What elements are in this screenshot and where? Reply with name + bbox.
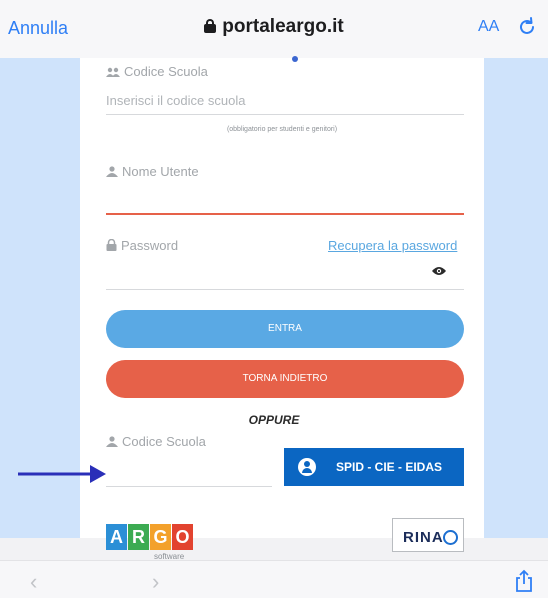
spid-school-code-underline bbox=[106, 486, 272, 487]
argo-letter-g: G bbox=[150, 524, 171, 550]
login-button[interactable]: ENTRA bbox=[106, 310, 464, 348]
reload-icon[interactable] bbox=[516, 16, 538, 38]
school-code-label: Codice Scuola bbox=[106, 64, 208, 79]
spid-button-label: SPID - CIE - EIDAS bbox=[336, 460, 443, 474]
users-icon bbox=[106, 67, 120, 77]
rina-circle-icon bbox=[443, 530, 458, 545]
back-button[interactable]: TORNA INDIETRO bbox=[106, 360, 464, 398]
address-bar[interactable]: portaleargo.it bbox=[0, 16, 548, 38]
spid-school-code-input[interactable] bbox=[106, 456, 272, 484]
school-code-input[interactable]: Inserisci il codice scuola bbox=[106, 93, 245, 108]
share-icon[interactable] bbox=[514, 569, 534, 593]
recover-password-link[interactable]: Recupera la password bbox=[328, 238, 457, 253]
browser-bottom-bar: ‹ › bbox=[0, 560, 548, 598]
eye-icon[interactable] bbox=[432, 266, 446, 276]
scroll-indicator bbox=[292, 56, 298, 62]
browser-top-bar: Annulla portaleargo.it AA bbox=[0, 0, 548, 58]
user-icon bbox=[106, 436, 118, 447]
lock-icon bbox=[204, 19, 217, 33]
spid-user-icon bbox=[298, 458, 316, 476]
username-label: Nome Utente bbox=[106, 164, 199, 179]
annotation-arrow-icon bbox=[18, 465, 106, 483]
username-underline-focused bbox=[106, 213, 464, 215]
rina-text: RINA bbox=[403, 529, 444, 546]
url-text: portaleargo.it bbox=[222, 16, 344, 37]
argo-letter-a: A bbox=[106, 524, 127, 550]
argo-logo: ARGO bbox=[106, 524, 194, 552]
forward-chevron-icon[interactable]: › bbox=[152, 569, 159, 595]
spid-button[interactable]: SPID - CIE - EIDAS bbox=[284, 448, 464, 486]
user-icon bbox=[106, 166, 118, 177]
argo-letter-o: O bbox=[172, 524, 193, 550]
padlock-icon bbox=[106, 239, 117, 251]
text-size-button[interactable]: AA bbox=[478, 18, 499, 36]
password-label: Password bbox=[106, 238, 178, 253]
school-code-hint: (obbligatorio per studenti e genitori) bbox=[226, 126, 338, 133]
school-code-underline bbox=[106, 114, 464, 115]
back-chevron-icon[interactable]: ‹ bbox=[30, 569, 37, 595]
argo-letter-r: R bbox=[128, 524, 149, 550]
or-separator: OPPURE bbox=[248, 413, 300, 427]
password-input[interactable] bbox=[106, 258, 426, 284]
password-underline bbox=[106, 289, 464, 290]
spid-school-code-label: Codice Scuola bbox=[106, 434, 206, 449]
rina-certification-logo: RINA bbox=[392, 518, 464, 552]
username-input[interactable] bbox=[106, 188, 464, 212]
